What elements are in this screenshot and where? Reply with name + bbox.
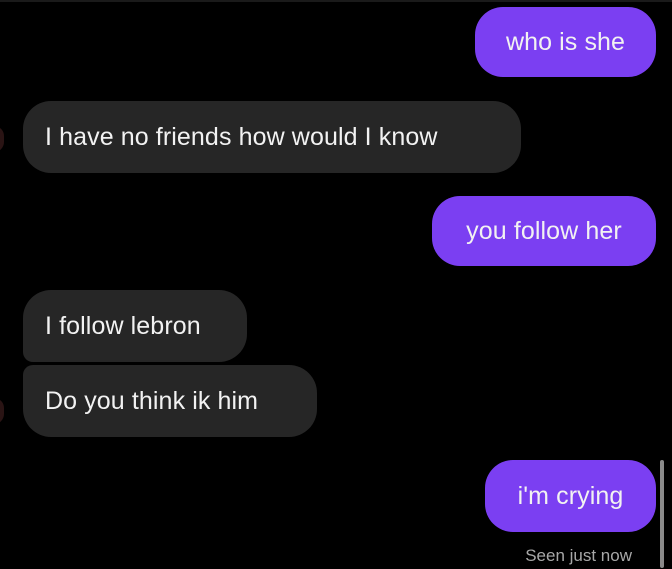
message-text: I follow lebron [45, 311, 201, 340]
header-divider [0, 0, 672, 2]
message-bubble-received[interactable]: I follow lebron [23, 290, 247, 362]
message-thread[interactable]: who is she I have no friends how would I… [0, 0, 672, 569]
message-bubble-sent[interactable]: you follow her [432, 196, 656, 266]
avatar-icon[interactable] [0, 398, 4, 424]
message-bubble-received[interactable]: Do you think ik him [23, 365, 317, 437]
message-text: you follow her [466, 216, 622, 245]
message-bubble-sent[interactable]: who is she [475, 7, 656, 77]
message-text: Do you think ik him [45, 386, 259, 415]
avatar-icon[interactable] [0, 126, 4, 152]
message-bubble-sent[interactable]: i'm crying [485, 460, 656, 532]
message-text: I have no friends how would I know [45, 122, 438, 151]
read-receipt: Seen just now [525, 546, 632, 565]
message-text: who is she [505, 27, 626, 56]
message-bubble-received[interactable]: I have no friends how would I know [23, 101, 521, 173]
scrollbar[interactable] [660, 460, 664, 568]
message-text: i'm crying [517, 481, 624, 510]
